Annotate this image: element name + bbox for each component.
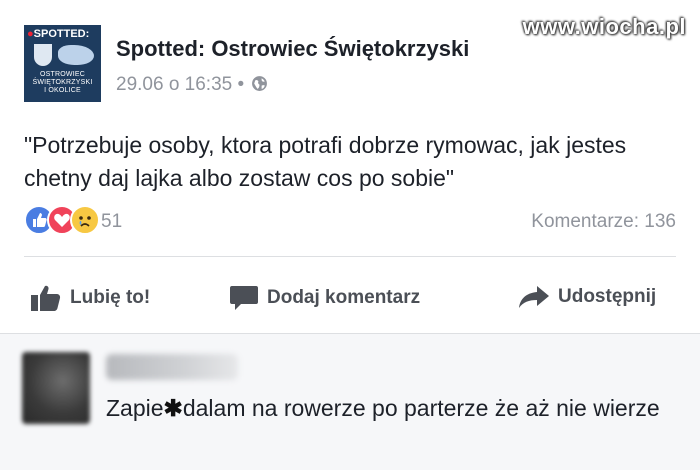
comment-button-label: Dodaj komentarz [267,287,421,308]
sad-reaction-icon [70,205,100,235]
comment-icon [230,286,258,310]
share-button[interactable]: Udostępnij [518,284,656,310]
map-icon [58,45,94,65]
crest-icon [34,44,52,66]
comment-button[interactable]: Dodaj komentarz [229,284,420,312]
divider [24,256,676,257]
like-button[interactable]: Lubię to! [30,284,150,312]
reactions-count[interactable]: 51 [101,211,122,233]
like-button-label: Lubię to! [70,287,151,308]
commenter-name-blurred[interactable] [106,354,238,380]
meta-separator: • [237,74,245,95]
post-meta: 29.06 o 16:35 • [116,74,268,96]
post-card: www.wiocha.pl ●SPOTTED: OSTROWIEC ŚWIĘTO… [0,0,700,333]
avatar-brand: ●SPOTTED: [27,28,90,40]
globe-icon [252,76,268,91]
watermark: www.wiocha.pl [522,14,686,39]
comment-section: Zapie✱dalam na rowerze po parterze że aż… [0,333,700,470]
avatar-subtitle: OSTROWIEC ŚWIĘTOKRZYSKI I OKOLICE [32,71,93,94]
post-text: "Potrzebuje osoby, ktora potrafi dobrze … [24,132,627,191]
share-icon [519,286,549,308]
share-button-label: Udostępnij [558,286,657,307]
censor-mark: ✱ [163,395,183,421]
thumbs-up-icon [31,285,61,311]
page-avatar[interactable]: ●SPOTTED: OSTROWIEC ŚWIĘTOKRZYSKI I OKOL… [24,25,101,102]
commenter-avatar[interactable] [22,352,90,424]
comment-text: Zapie✱dalam na rowerze po parterze że aż… [106,395,660,421]
post-date[interactable]: 29.06 o 16:35 [116,74,232,95]
page-name-link[interactable]: Spotted: Ostrowiec Świętokrzyski [116,36,469,62]
comments-count[interactable]: Komentarze: 136 [531,211,676,233]
